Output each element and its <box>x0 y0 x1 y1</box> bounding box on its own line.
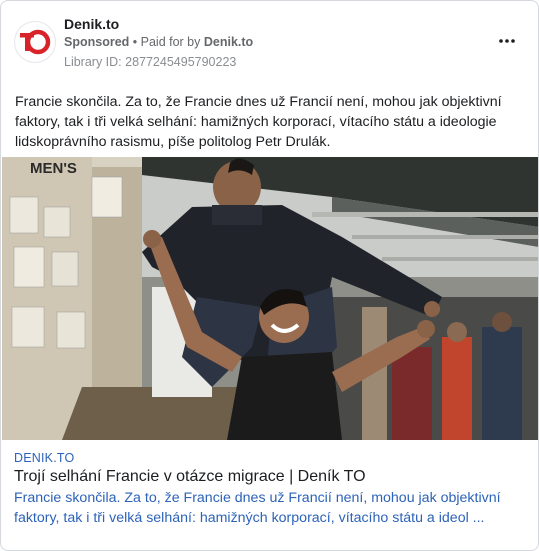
advertiser-name[interactable]: Denik.to <box>204 35 253 49</box>
sponsored-post-card: Denik.to Sponsored • Paid for by Denik.t… <box>0 0 539 551</box>
more-horizontal-icon <box>499 39 515 43</box>
mens-sign: MEN'S <box>30 160 77 177</box>
more-options-button[interactable] <box>492 29 522 53</box>
link-title[interactable]: Trojí selhání Francie v otázce migrace |… <box>14 467 366 487</box>
sponsored-label: Sponsored <box>64 35 130 49</box>
sponsored-meta: Sponsored • Paid for by Denik.to <box>64 35 253 49</box>
page-name[interactable]: Denik.to <box>64 16 119 32</box>
post-text: Francie skončila. Za to, že Francie dnes… <box>15 94 502 150</box>
post-image[interactable]: MEN'S <box>2 157 538 440</box>
paid-for-prefix: • Paid for by <box>132 35 201 49</box>
library-id: Library ID: 2877245495790223 <box>64 55 237 69</box>
denik-to-logo-icon <box>20 29 51 55</box>
page-avatar[interactable] <box>14 21 56 63</box>
link-domain: DENIK.TO <box>14 451 75 465</box>
photo-men-celebrating-on-boat: MEN'S <box>2 157 538 440</box>
link-description[interactable]: Francie skončila. Za to, že Francie dnes… <box>14 488 529 528</box>
